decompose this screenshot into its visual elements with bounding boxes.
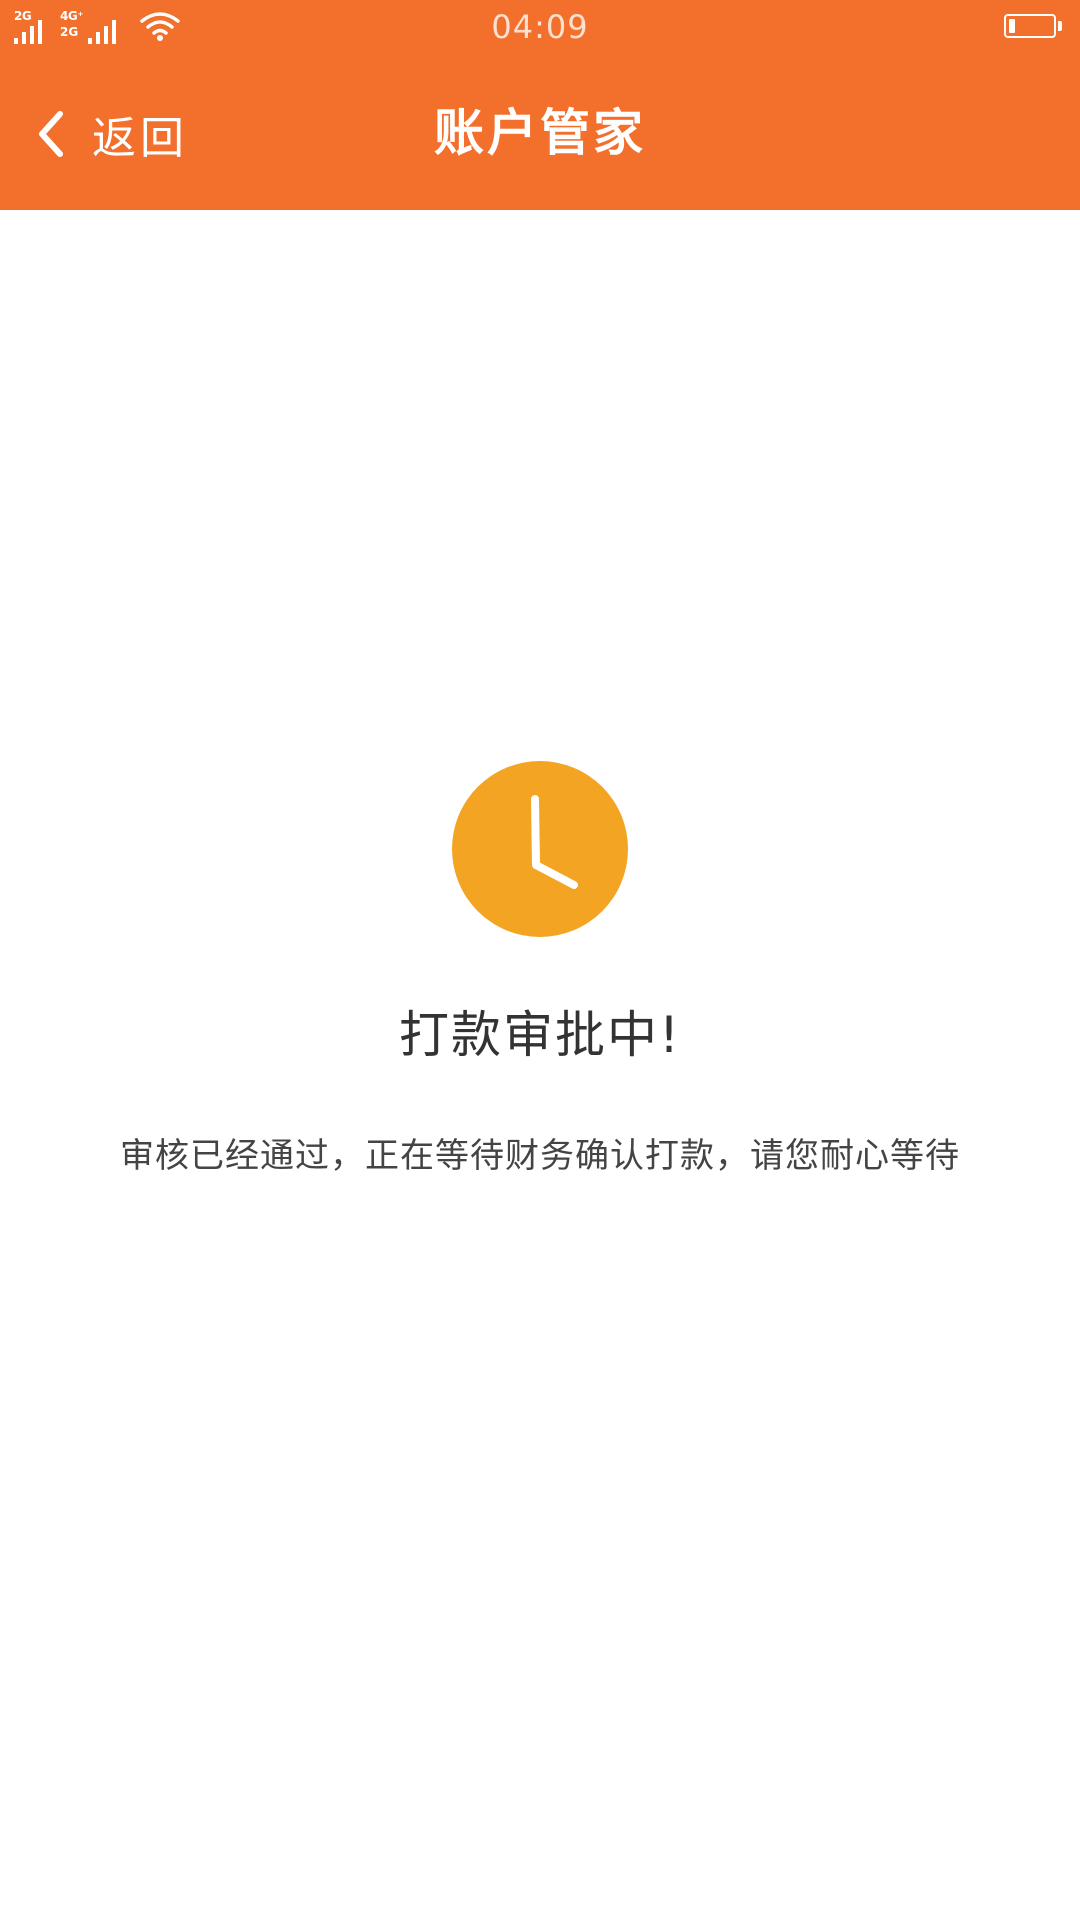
- battery-level: [1009, 19, 1015, 33]
- battery-icon: [1004, 14, 1056, 38]
- header: 2G 4G⁺ 2G 04:09 返回 账户管家: [0, 0, 1080, 210]
- status-title: 打款审批中!: [398, 1006, 682, 1064]
- battery-tip: [1058, 21, 1062, 31]
- nav-bar: 返回 账户管家: [0, 58, 1080, 210]
- status-time: 04:09: [491, 8, 589, 46]
- screen: 2G 4G⁺ 2G 04:09 返回 账户管家 打款审批中! 审核已经通过，正在…: [0, 0, 1080, 1920]
- page-title: 账户管家: [434, 104, 646, 162]
- status-description: 审核已经通过，正在等待财务确认打款，请您耐心等待: [120, 1136, 960, 1176]
- clock-icon: [452, 761, 628, 937]
- status-bar: 2G 4G⁺ 2G 04:09: [0, 0, 1080, 58]
